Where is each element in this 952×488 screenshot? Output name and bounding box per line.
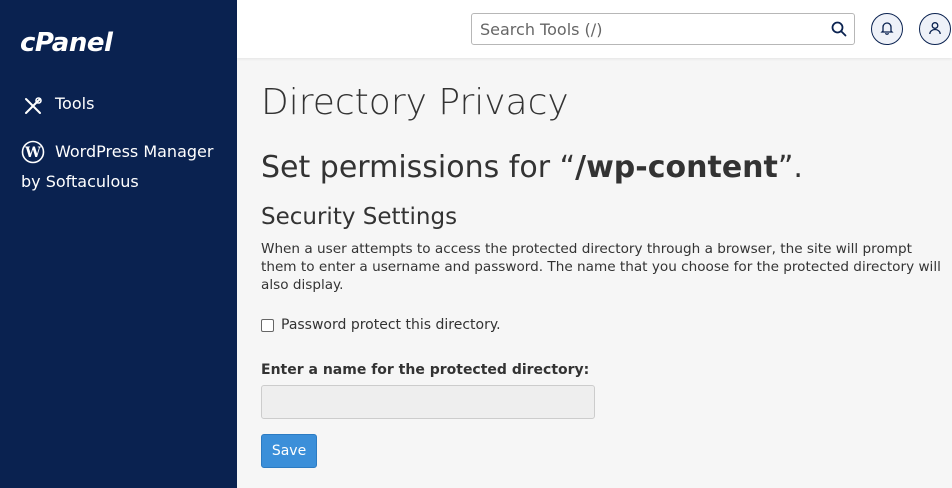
wordpress-icon: W bbox=[21, 140, 45, 164]
permissions-heading: Set permissions for “/wp-content”. bbox=[261, 150, 803, 185]
password-protect-checkbox[interactable] bbox=[261, 318, 274, 332]
directory-path: /wp-content bbox=[575, 150, 778, 185]
search-input[interactable] bbox=[472, 14, 824, 44]
directory-name-label: Enter a name for the protected directory… bbox=[261, 362, 590, 378]
sidebar: cPanel Tools W WordPress Manager by Soft… bbox=[0, 0, 237, 488]
sidebar-item-label: Tools bbox=[55, 94, 95, 113]
sidebar-item-label-line2[interactable]: by Softaculous bbox=[21, 172, 139, 191]
user-menu-button[interactable] bbox=[919, 13, 951, 45]
section-description: When a user attempts to access the prote… bbox=[261, 241, 941, 293]
search-box[interactable] bbox=[471, 13, 855, 45]
permissions-prefix: Set permissions for “ bbox=[261, 150, 576, 185]
tools-icon bbox=[21, 94, 45, 118]
bell-icon bbox=[880, 20, 894, 39]
page-title: Directory Privacy bbox=[261, 82, 569, 123]
save-button[interactable]: Save bbox=[261, 434, 317, 468]
checkbox-label[interactable]: Password protect this directory. bbox=[281, 317, 501, 333]
top-bar bbox=[237, 0, 952, 58]
sidebar-item-tools[interactable]: Tools bbox=[21, 94, 94, 118]
section-title: Security Settings bbox=[261, 204, 458, 230]
user-icon bbox=[928, 20, 942, 39]
svg-text:W: W bbox=[24, 145, 41, 161]
password-protect-row: Password protect this directory. bbox=[261, 317, 501, 333]
sidebar-item-wordpress-manager[interactable]: W WordPress Manager bbox=[21, 140, 255, 164]
directory-name-input[interactable] bbox=[261, 385, 595, 419]
notifications-button[interactable] bbox=[871, 13, 903, 45]
search-icon[interactable] bbox=[824, 14, 854, 44]
cpanel-logo[interactable]: cPanel bbox=[20, 28, 113, 58]
sidebar-item-label: WordPress Manager bbox=[55, 142, 214, 161]
permissions-suffix: ”. bbox=[777, 150, 803, 185]
